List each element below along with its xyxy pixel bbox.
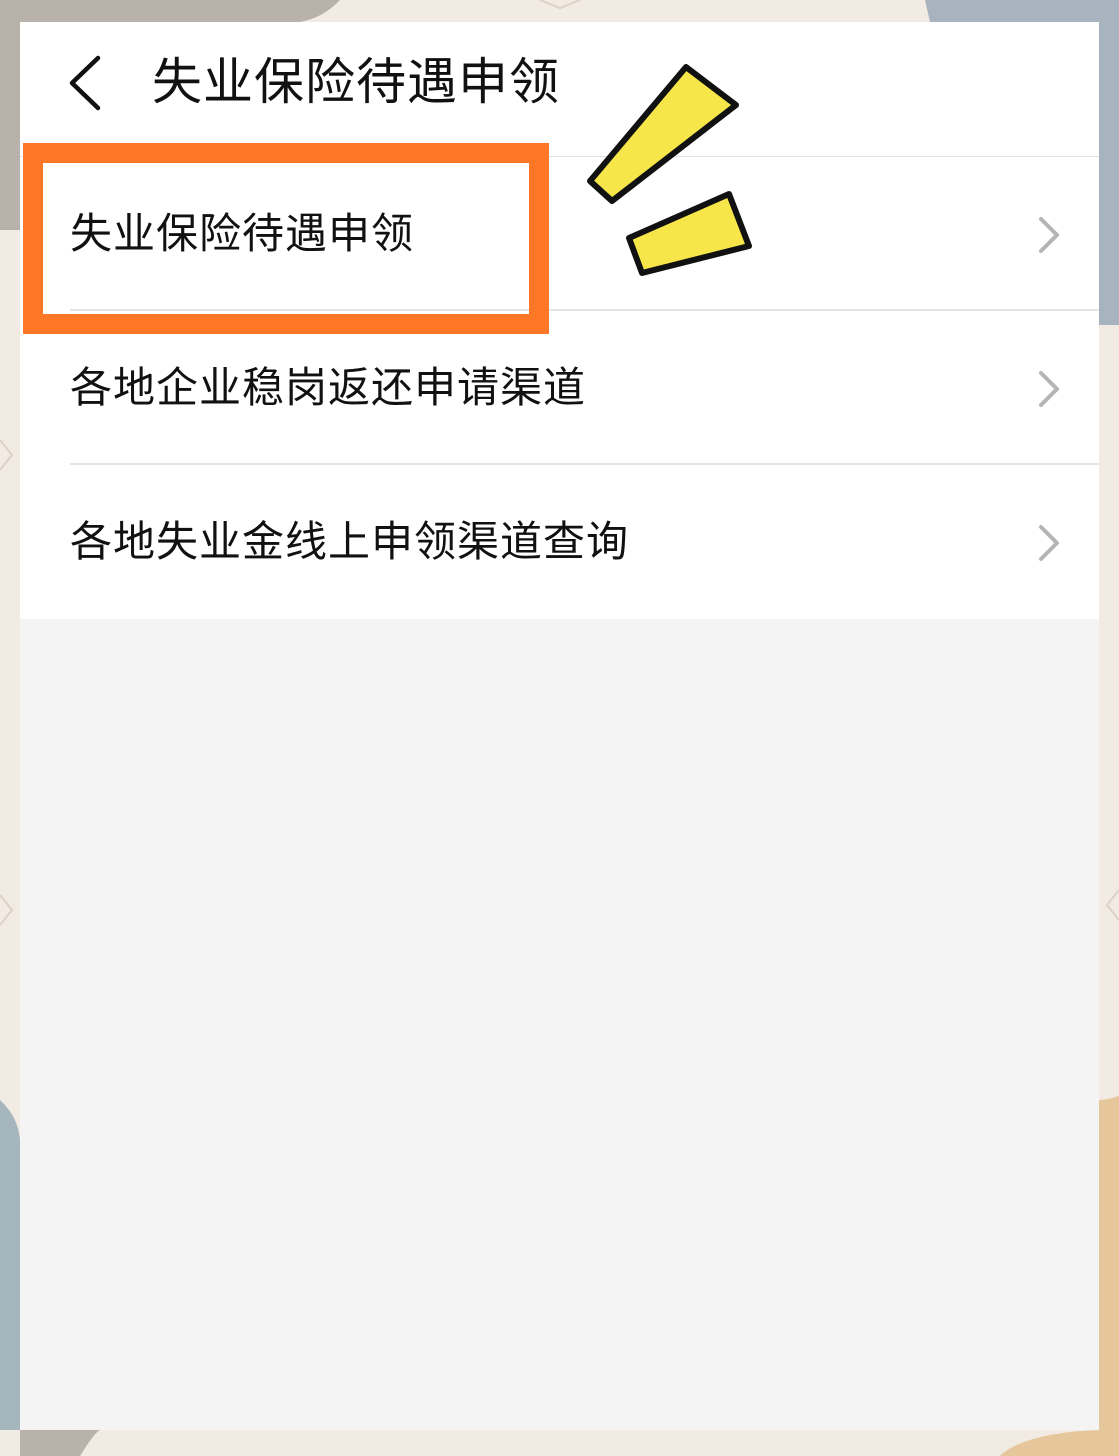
list-item-unemployment-benefit-claim[interactable]: 失业保险待遇申领 [20, 157, 1099, 311]
top-nav-bar: 失业保险待遇申领 [20, 22, 1099, 157]
list-item-label: 各地失业金线上申领渠道查询 [70, 517, 630, 566]
back-button[interactable] [62, 52, 112, 114]
chevron-right-icon [1039, 525, 1059, 561]
chevron-left-icon [69, 55, 101, 111]
phone-screen: 失业保险待遇申领 失业保险待遇申领 各地企业稳岗返还申请渠道 各地失业金线上申领… [20, 22, 1099, 1430]
list-item-label: 各地企业稳岗返还申请渠道 [70, 363, 587, 412]
list-item-job-stabilization-refund-channels[interactable]: 各地企业稳岗返还申请渠道 [20, 311, 1099, 465]
list-item-online-claim-channel-query[interactable]: 各地失业金线上申领渠道查询 [20, 465, 1099, 619]
chevron-right-icon [1039, 217, 1059, 253]
chevron-right-icon [1039, 371, 1059, 407]
page-title: 失业保险待遇申领 [152, 53, 560, 111]
menu-list: 失业保险待遇申领 各地企业稳岗返还申请渠道 各地失业金线上申领渠道查询 [20, 157, 1099, 619]
list-item-label: 失业保险待遇申领 [70, 209, 415, 258]
